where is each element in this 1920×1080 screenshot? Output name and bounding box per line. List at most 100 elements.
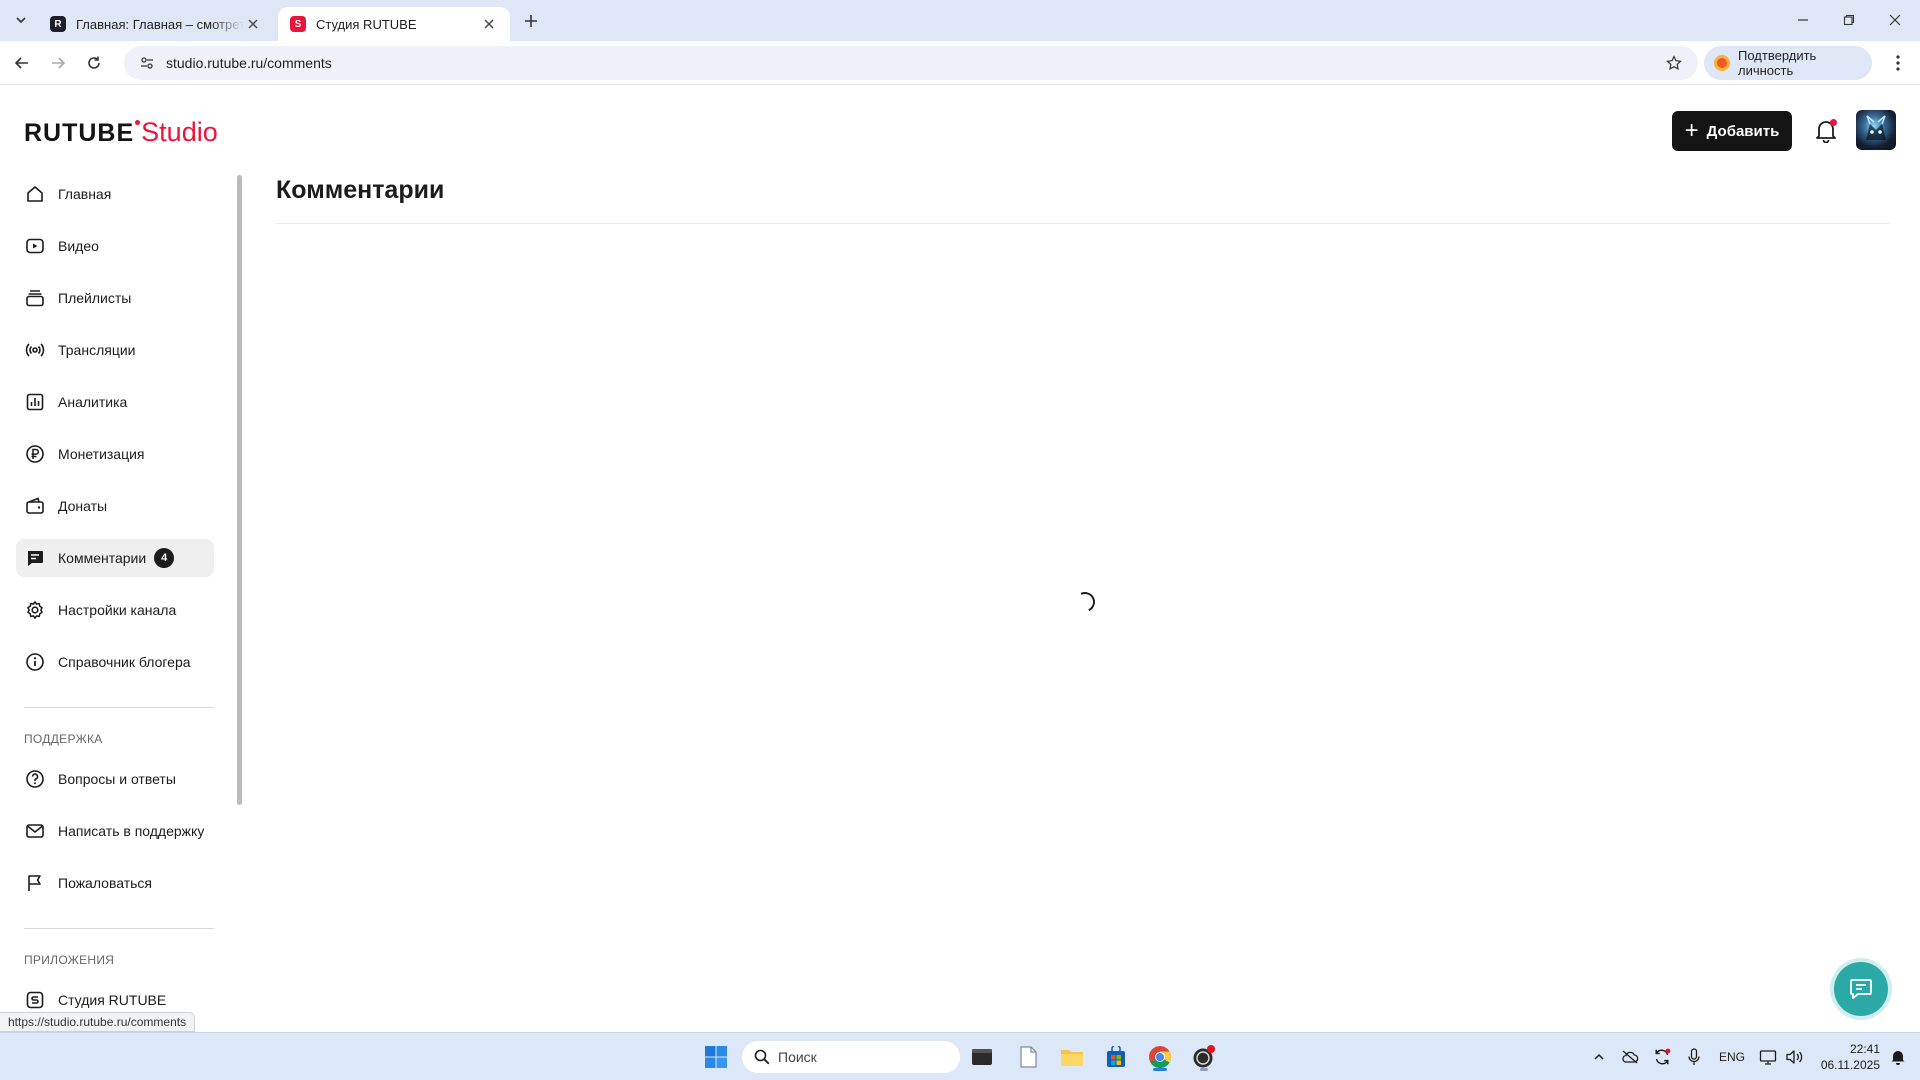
forward-arrow-icon[interactable] (44, 49, 72, 77)
tab-rutube-home[interactable]: R Главная: Главная – смотреть онлайн (38, 7, 274, 41)
browser-toolbar: studio.rutube.ru/comments Подтвердить ли… (0, 41, 1920, 85)
sidebar-item-label: Вопросы и ответы (58, 771, 176, 787)
tab-title: Студия RUTUBE (316, 16, 417, 32)
sidebar-item-label: Донаты (58, 498, 108, 514)
taskbar-clock[interactable]: 22:41 06.11.2025 (1810, 1041, 1880, 1073)
home-icon (24, 183, 46, 205)
sidebar-item-label: Аналитика (58, 394, 128, 410)
search-icon (754, 1049, 770, 1065)
sidebar-divider (24, 707, 214, 708)
input-language-indicator[interactable]: ENG (1716, 1047, 1748, 1067)
file-explorer-icon[interactable] (1056, 1041, 1088, 1073)
back-arrow-icon[interactable] (8, 49, 36, 77)
notifications-bell-icon[interactable] (1811, 116, 1841, 146)
address-bar[interactable]: studio.rutube.ru/comments (124, 46, 1698, 80)
terminal-app-icon[interactable] (966, 1041, 998, 1073)
sidebar-item-label: Монетизация (58, 446, 145, 462)
sync-icon[interactable] (1650, 1047, 1674, 1067)
chat-bubble-icon (1850, 979, 1872, 999)
sidebar-item-blogger-guide[interactable]: Справочник блогера (16, 643, 214, 681)
sidebar-item-report[interactable]: Пожаловаться (16, 864, 214, 902)
add-button-label: Добавить (1706, 122, 1780, 140)
windows-start-icon[interactable] (700, 1041, 732, 1073)
sidebar-item-contact-support[interactable]: Написать в поддержку (16, 812, 214, 850)
gosuslugi-icon (1714, 55, 1730, 71)
title-divider (276, 223, 1890, 224)
verify-identity-label: Подтвердить личность (1738, 48, 1817, 78)
site-settings-icon[interactable] (138, 54, 156, 72)
sidebar-item-label: Пожаловаться (58, 875, 153, 891)
sidebar-item-label: Написать в поддержку (58, 823, 205, 839)
new-tab-plus-icon[interactable] (518, 8, 544, 34)
notepad-app-icon[interactable] (1012, 1041, 1044, 1073)
microphone-icon[interactable] (1682, 1047, 1706, 1067)
rutube-studio-icon: S (290, 16, 306, 32)
avatar[interactable] (1856, 110, 1896, 150)
restore-icon[interactable] (1826, 6, 1872, 34)
chrome-taskbar-icon[interactable] (1144, 1041, 1176, 1073)
close-icon[interactable] (480, 15, 498, 33)
windows-taskbar: Поиск ENG 22:41 06.11.2025 (0, 1032, 1920, 1080)
reload-icon[interactable] (80, 49, 108, 77)
browser-menu-icon[interactable] (1886, 49, 1910, 77)
rutube-icon: R (50, 16, 66, 32)
sidebar-item-label: Видео (58, 238, 99, 254)
search-placeholder: Поиск (778, 1049, 817, 1065)
flag-icon (24, 872, 46, 894)
info-icon (24, 651, 46, 673)
close-icon[interactable] (244, 15, 262, 33)
minimize-icon[interactable] (1780, 6, 1826, 34)
tray-overflow-chevron-icon[interactable] (1588, 1047, 1610, 1067)
notification-dot (1830, 119, 1837, 126)
obs-app-icon[interactable] (1188, 1041, 1220, 1073)
analytics-icon (24, 391, 46, 413)
sidebar-item-monetization[interactable]: Монетизация (16, 435, 214, 473)
rutube-studio-logo[interactable]: RUTUBE Studio (24, 117, 218, 149)
sidebar-item-video[interactable]: Видео (16, 227, 214, 265)
page-title: Комментарии (276, 176, 445, 204)
tab-title: Главная: Главная – смотреть онлайн (76, 16, 244, 32)
sidebar-item-label: Главная (58, 186, 112, 202)
logo-dot (135, 120, 141, 125)
logo-rutube-text: RUTUBE (24, 119, 135, 147)
wallet-icon (24, 495, 46, 517)
sidebar-item-channel-settings[interactable]: Настройки канала (16, 591, 214, 629)
sidebar-item-label: Студия RUTUBE (58, 992, 167, 1008)
apps-heading: ПРИЛОЖЕНИЯ (24, 953, 115, 967)
cloud-offline-icon[interactable] (1618, 1047, 1642, 1067)
plus-icon: + (1684, 117, 1699, 144)
microsoft-store-icon[interactable] (1100, 1041, 1132, 1073)
sidebar-item-analytics[interactable]: Аналитика (16, 383, 214, 421)
url-text[interactable]: studio.rutube.ru/comments (166, 55, 1662, 71)
active-app-indicator (1153, 1068, 1167, 1071)
loading-spinner (1072, 589, 1098, 615)
sidebar-item-home[interactable]: Главная (16, 175, 214, 213)
taskbar-search-input[interactable]: Поиск (742, 1041, 960, 1073)
tab-rutube-studio[interactable]: S Студия RUTUBE (278, 7, 510, 41)
sidebar-item-comments[interactable]: Комментарии 4 (16, 539, 214, 577)
clock-date: 06.11.2025 (1820, 1058, 1880, 1072)
window-close-icon[interactable] (1872, 6, 1918, 34)
sidebar-item-faq[interactable]: Вопросы и ответы (16, 760, 214, 798)
playlists-icon (24, 287, 46, 309)
bookmark-star-icon[interactable] (1662, 51, 1686, 75)
sidebar-divider (24, 928, 214, 929)
sidebar-item-donations[interactable]: Донаты (16, 487, 214, 525)
verify-identity-button[interactable]: Подтвердить личность (1704, 46, 1872, 80)
link-status-bubble: https://studio.rutube.ru/comments (0, 1012, 196, 1032)
sidebar-item-label: Справочник блогера (58, 654, 191, 670)
running-app-indicator (1200, 1068, 1208, 1071)
clock-time: 22:41 (1849, 1042, 1880, 1056)
sidebar-item-label: Трансляции (58, 342, 136, 358)
mail-icon (24, 820, 46, 842)
add-button[interactable]: + Добавить (1672, 111, 1792, 151)
volume-icon[interactable] (1782, 1047, 1806, 1067)
sidebar-item-playlists[interactable]: Плейлисты (16, 279, 214, 317)
sidebar-scrollbar[interactable] (237, 175, 242, 805)
support-chat-button[interactable] (1834, 962, 1888, 1016)
sidebar-item-broadcasts[interactable]: Трансляции (16, 331, 214, 369)
network-icon[interactable] (1756, 1047, 1780, 1067)
gear-icon (24, 599, 46, 621)
tab-search-chevron-icon[interactable] (10, 9, 32, 31)
notifications-bell-tray-icon[interactable] (1886, 1047, 1910, 1067)
